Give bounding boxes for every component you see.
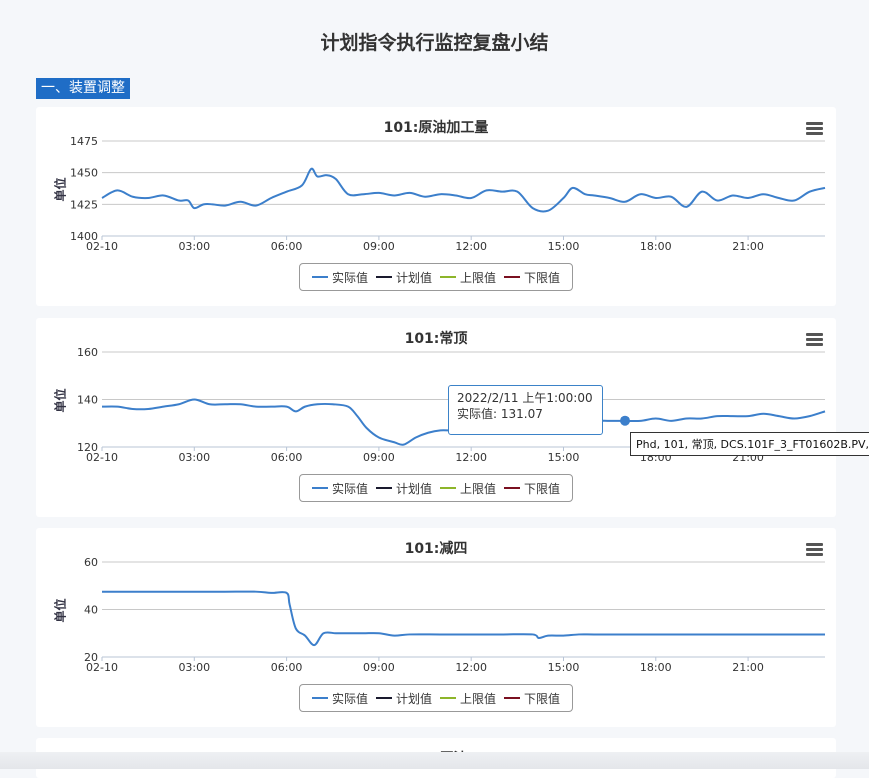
x-tick-label: 15:00 [548, 661, 580, 674]
chart-legend: 实际值 计划值 上限值 下限值 [299, 684, 573, 712]
x-tick-label: 02-10 [86, 240, 118, 253]
legend-swatch [440, 697, 456, 699]
x-tick-label: 15:00 [548, 240, 580, 253]
legend-swatch [440, 487, 456, 489]
x-tick-label: 03:00 [178, 240, 210, 253]
legend-swatch [504, 487, 521, 489]
legend-label: 下限值 [524, 691, 561, 706]
x-tick-label: 21:00 [732, 661, 764, 674]
x-tick-label: 06:00 [271, 451, 303, 464]
y-tick-label: 160 [77, 346, 98, 359]
x-tick-label: 18:00 [640, 240, 672, 253]
legend-item[interactable]: 实际值 [311, 269, 368, 286]
x-tick-label: 12:00 [455, 240, 487, 253]
y-tick-label: 140 [77, 394, 98, 407]
legend-item[interactable]: 下限值 [504, 480, 560, 497]
y-axis-label: 单位 [53, 598, 68, 623]
chart-card: 101:减四 20 40 60 02-10 03:00 06:00 09:00 12:00 15:… [36, 528, 836, 727]
bottom-edge [0, 752, 869, 769]
x-tick-label: 02-10 [86, 451, 118, 464]
legend-swatch [504, 276, 521, 278]
legend-swatch [375, 276, 392, 278]
legend-label: 上限值 [460, 481, 497, 496]
legend-label: 实际值 [331, 481, 368, 496]
legend-item[interactable]: 实际值 [311, 690, 368, 707]
x-tick-label: 03:00 [178, 451, 210, 464]
legend-swatch [375, 697, 392, 699]
legend-label: 下限值 [524, 270, 561, 285]
x-tick-label: 06:00 [271, 661, 303, 674]
legend-item[interactable]: 计划值 [375, 690, 432, 707]
y-tick-label: 60 [84, 556, 98, 569]
legend-label: 下限值 [524, 481, 561, 496]
legend-item[interactable]: 下限值 [504, 690, 560, 707]
legend-item[interactable]: 上限值 [440, 269, 496, 286]
chart-legend: 实际值 计划值 上限值 下限值 [299, 263, 573, 291]
series-line[interactable] [101, 167, 826, 213]
legend-item[interactable]: 实际值 [311, 480, 368, 497]
legend-item[interactable]: 下限值 [504, 269, 560, 286]
x-tick-label: 02-10 [86, 661, 118, 674]
x-tick-label: 03:00 [178, 661, 210, 674]
chart-tooltip: 2022/2/11 上午1:00:00 实际值: 131.07 [448, 385, 603, 435]
legend-swatch [311, 487, 328, 489]
y-axis-label: 单位 [53, 388, 68, 413]
legend-label: 实际值 [331, 691, 368, 706]
x-tick-label: 15:00 [548, 451, 580, 464]
y-tick-label: 1425 [70, 198, 98, 211]
legend-swatch [311, 697, 328, 699]
hover-tooltip: Phd, 101, 常顶, DCS.101F_3_FT01602B.PV, [630, 432, 869, 456]
x-tick-label: 12:00 [455, 661, 487, 674]
x-tick-label: 18:00 [640, 661, 672, 674]
y-tick-label: 40 [84, 604, 98, 617]
legend-item[interactable]: 上限值 [440, 690, 496, 707]
legend-swatch [504, 697, 521, 699]
y-axis-label: 单位 [53, 177, 68, 202]
page-title: 计划指令执行监控复盘小结 [320, 32, 549, 54]
legend-label: 上限值 [460, 691, 497, 706]
legend-swatch [375, 487, 392, 489]
y-tick-label: 1475 [70, 135, 98, 148]
x-tick-label: 09:00 [363, 661, 395, 674]
legend-label: 实际值 [331, 270, 368, 285]
legend-label: 上限值 [460, 270, 497, 285]
chart-legend: 实际值 计划值 上限值 下限值 [299, 474, 573, 502]
x-tick-label: 09:00 [363, 240, 395, 253]
legend-label: 计划值 [395, 270, 432, 285]
tooltip-value: 实际值: 131.07 [457, 407, 543, 421]
legend-swatch [440, 276, 456, 278]
chart-card: 101:常顶 120 140 160 02-10 03:00 06:00 09:00 12:00… [36, 318, 836, 517]
legend-item[interactable]: 计划值 [375, 480, 432, 497]
section-label: 一、装置调整 [36, 78, 130, 99]
chart-card: 101:原油加工量 1400 1425 1450 1475 02-10 03:00 06:00… [36, 107, 836, 306]
y-tick-label: 1450 [70, 167, 98, 180]
series-line[interactable] [102, 590, 825, 647]
hover-point[interactable] [620, 415, 631, 426]
x-tick-label: 06:00 [271, 240, 303, 253]
x-tick-label: 21:00 [732, 240, 764, 253]
legend-label: 计划值 [395, 481, 432, 496]
legend-item[interactable]: 上限值 [440, 480, 496, 497]
legend-swatch [311, 276, 328, 278]
x-tick-label: 09:00 [363, 451, 395, 464]
legend-item[interactable]: 计划值 [375, 269, 432, 286]
x-tick-label: 12:00 [455, 451, 487, 464]
legend-label: 计划值 [395, 691, 432, 706]
tooltip-time: 2022/2/11 上午1:00:00 [457, 391, 593, 405]
